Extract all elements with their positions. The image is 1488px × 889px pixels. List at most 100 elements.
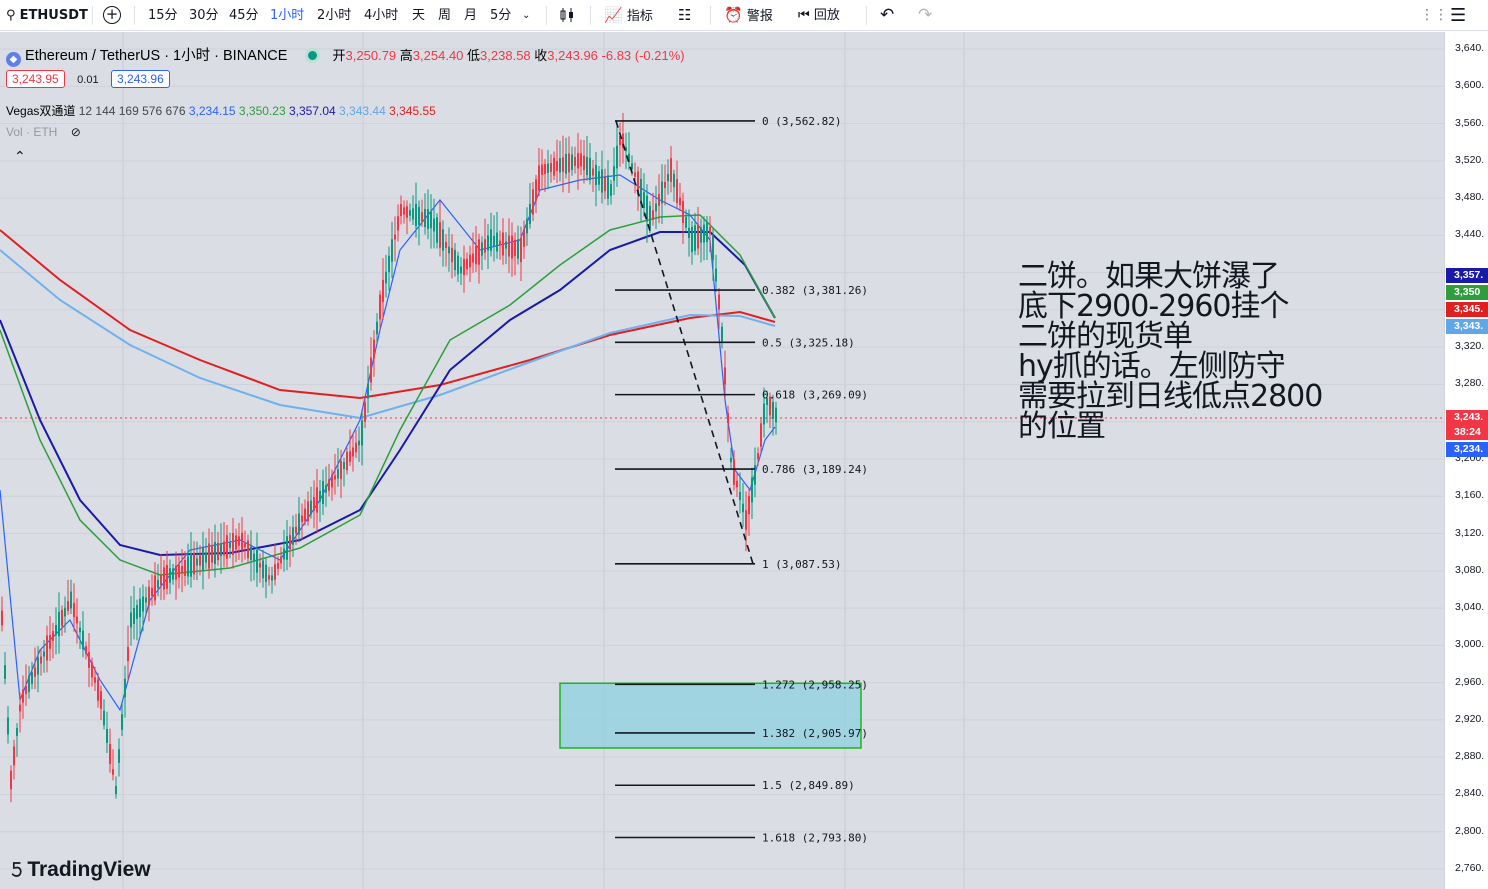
price-axis[interactable]: 3,640.3,600.3,560.3,520.3,480.3,440.3,40…	[1444, 32, 1488, 889]
candle-body	[100, 691, 102, 709]
candle-body	[670, 158, 672, 182]
interval-dropdown-chevron-icon[interactable]: ⌄	[522, 0, 530, 31]
candle-body	[49, 635, 51, 649]
interval-5m[interactable]: 5分	[490, 0, 511, 31]
drag-handle-icon[interactable]: ⋮⋮	[1420, 0, 1448, 31]
price-axis-label: 2,800.	[1455, 824, 1485, 837]
candle-body	[121, 714, 123, 730]
candle-body	[217, 542, 219, 561]
candle-body	[436, 217, 438, 243]
candle-body	[667, 173, 669, 182]
eye-hidden-icon[interactable]: ⊘	[71, 125, 81, 139]
annotation-line: hy抓的话。左侧防守	[1018, 349, 1286, 384]
candle-body	[559, 158, 561, 173]
annotation-line: 二饼的现货单	[1018, 319, 1193, 354]
tv-logo-icon: 𝟻	[10, 858, 24, 881]
candle-body	[418, 207, 420, 225]
candle-body	[187, 556, 189, 577]
undo-button[interactable]: ↶	[880, 0, 894, 31]
candle-body	[424, 208, 426, 228]
candle-body	[499, 240, 501, 246]
divider	[92, 6, 93, 25]
undo-icon: ↶	[880, 5, 895, 25]
candle-body	[526, 218, 528, 234]
candle-body	[529, 203, 531, 225]
candle-body	[679, 197, 681, 206]
price-chart[interactable]: 0 (3,562.82) 0.382 (3,381.26) 0.5 (3,325.1…	[0, 32, 1444, 889]
interval-4h[interactable]: 4小时	[364, 0, 398, 31]
sell-price-button[interactable]: 3,243.95	[6, 70, 65, 88]
symbol-title[interactable]: Ethereum / TetherUS · 1小时 · BINANCE	[25, 48, 287, 64]
candle-body	[721, 326, 723, 342]
symbol-search[interactable]: ⚲ ETHUSDT	[6, 0, 88, 31]
candle-body	[433, 218, 435, 232]
replay-button[interactable]: ⏮ 回放	[798, 0, 840, 31]
compare-add-button[interactable]: +	[100, 0, 124, 31]
price-tag: 3,357.	[1446, 268, 1488, 283]
alert-button[interactable]: ⏰ 警报	[724, 0, 773, 31]
price-axis-label: 2,840.	[1455, 787, 1485, 800]
candle-body	[562, 157, 564, 172]
interval-1h[interactable]: 1小时	[270, 0, 304, 31]
menu-button[interactable]: ☰	[1450, 0, 1466, 31]
layout-templates-button[interactable]: ☷	[678, 0, 691, 31]
indicator-value-2: 3,350.23	[238, 104, 286, 118]
candle-body	[52, 631, 54, 641]
candle-body	[496, 232, 498, 252]
candle-body	[442, 229, 444, 251]
candle-body	[664, 181, 666, 189]
interval-30m[interactable]: 30分	[189, 0, 219, 31]
candle-body	[568, 153, 570, 173]
candle-body	[541, 164, 543, 175]
interval-month[interactable]: 月	[464, 0, 477, 31]
interval-45m[interactable]: 45分	[229, 0, 259, 31]
price-axis-label: 3,120.	[1455, 526, 1485, 539]
close-label: 收	[534, 48, 548, 63]
candle-body	[745, 510, 747, 530]
symbol-label: ETHUSDT	[19, 8, 88, 23]
candle-body	[379, 294, 381, 320]
candle-body	[691, 226, 693, 253]
candle-body	[445, 241, 447, 249]
interval-day[interactable]: 天	[412, 0, 425, 31]
candle-body	[7, 717, 9, 735]
redo-button[interactable]: ↷	[918, 0, 932, 31]
candle-body	[67, 601, 69, 611]
price-axis-label: 3,040.	[1455, 601, 1485, 614]
fib-level-label: 1.272 (2,958.25)	[762, 678, 868, 691]
interval-15m[interactable]: 15分	[148, 0, 178, 31]
interval-week[interactable]: 周	[438, 0, 451, 31]
indicators-button[interactable]: 📈 指标	[604, 0, 653, 31]
candle-body	[553, 157, 555, 176]
volume-legend-row[interactable]: Vol · ETH ⊘	[6, 125, 81, 139]
fib-extension-drawing[interactable]: 0 (3,562.82) 0.382 (3,381.26) 0.5 (3,325.1…	[559, 115, 868, 845]
candle-body	[280, 556, 282, 564]
candle-type-button[interactable]	[558, 0, 576, 31]
interval-2h[interactable]: 2小时	[317, 0, 351, 31]
candle-body	[106, 729, 108, 743]
candle-body	[550, 162, 552, 173]
candle-body	[400, 204, 402, 216]
candle-body	[256, 550, 258, 573]
collapse-legend-chevron-up-icon[interactable]: ⌃	[14, 149, 26, 165]
tradingview-logo[interactable]: 𝟻 TradingView	[10, 858, 151, 882]
candle-body	[46, 635, 48, 661]
candle-body	[736, 480, 738, 488]
candle-body	[370, 357, 372, 383]
candle-body	[748, 495, 750, 515]
divider	[546, 6, 547, 25]
candle-body	[592, 168, 594, 176]
candle-body	[148, 586, 150, 606]
candle-body	[244, 543, 246, 548]
candle-body	[238, 536, 240, 546]
price-axis-label: 3,280.	[1455, 377, 1485, 390]
fib-level-label: 1.382 (2,905.97)	[762, 727, 868, 740]
indicator-legend-row[interactable]: Vegas双通道 12 144 169 576 676 3,234.15 3,3…	[6, 102, 436, 119]
candle-body	[700, 227, 702, 243]
fib-level-label: 0.382 (3,381.26)	[762, 284, 868, 297]
buy-price-button[interactable]: 3,243.96	[111, 70, 170, 88]
replay-label: 回放	[813, 8, 840, 23]
chart-text-annotation[interactable]: 二饼。如果大饼瀑了 底下2900-2960挂个 二饼的现货单 hy抓的话。左侧防…	[1018, 262, 1323, 442]
candle-body	[532, 189, 534, 215]
chart-pane[interactable]: 0 (3,562.82) 0.382 (3,381.26) 0.5 (3,325.1…	[0, 32, 1444, 889]
